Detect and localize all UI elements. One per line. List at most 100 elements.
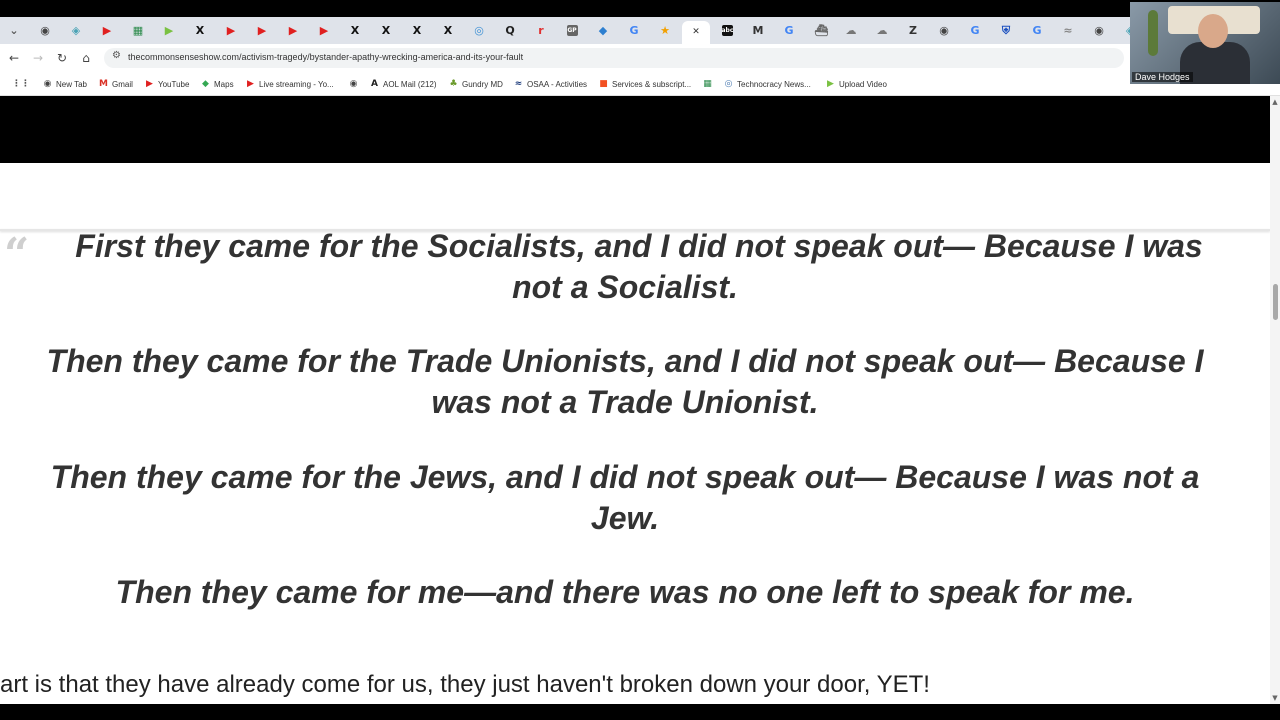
cat-icon: ≈ — [1063, 24, 1073, 37]
x-icon: X — [195, 24, 205, 37]
browser-tab[interactable]: ⌄ — [0, 21, 28, 40]
browser-tab[interactable]: X — [372, 21, 400, 40]
browser-tab[interactable]: ◉ — [31, 21, 59, 40]
browser-tab[interactable]: ⛨ — [992, 21, 1020, 40]
youtube-icon: ▶ — [288, 24, 298, 37]
site-info-icon[interactable]: ⚙ — [112, 50, 121, 61]
browser-tab[interactable]: Z — [899, 21, 927, 40]
browser-tab[interactable]: ★ — [651, 21, 679, 40]
browser-tab[interactable]: G — [620, 21, 648, 40]
browser-tab[interactable]: r — [527, 21, 555, 40]
z-icon: Z — [909, 24, 917, 37]
browser-tab[interactable]: abc — [713, 21, 741, 40]
webcam-name-label: Dave Hodges — [1132, 72, 1193, 82]
bookmark-item[interactable]: ♣ Gundry MD — [449, 77, 502, 91]
browser-tab[interactable]: ◆ — [589, 21, 617, 40]
browser-tab[interactable]: G — [961, 21, 989, 40]
browser-tab[interactable]: ☁ — [837, 21, 865, 40]
osaa-icon: ≈ — [514, 78, 523, 89]
verse-line: not a Socialist. — [512, 269, 738, 305]
article-content: “ First they came for the Socialists, an… — [0, 163, 1270, 704]
bookmark-item[interactable]: ◎ Technocracy News... — [724, 77, 811, 91]
bookmark-item[interactable]: ◆ Maps — [201, 77, 234, 91]
browser-tab[interactable]: ≈ — [1054, 21, 1082, 40]
browser-tab[interactable]: ▶ — [279, 21, 307, 40]
forward-arrow-icon[interactable]: → — [30, 50, 46, 66]
bookmark-label: YouTube — [158, 79, 190, 89]
google-icon: G — [1032, 24, 1042, 37]
browser-tab[interactable]: ▶ — [310, 21, 338, 40]
bookmark-item[interactable]: ▶ Live streaming - Yo... — [246, 77, 334, 91]
verse-line: Then they came for the Jews, and I did n… — [50, 459, 1200, 495]
browser-tab[interactable]: X — [403, 21, 431, 40]
browser-tab[interactable]: ▶ — [93, 21, 121, 40]
browser-tab[interactable]: ◉ — [930, 21, 958, 40]
bookmark-item[interactable]: ◉ New Tab — [43, 77, 87, 91]
browser-tab[interactable]: ▶ — [248, 21, 276, 40]
bookmark-item[interactable]: ◉ — [349, 77, 362, 91]
bookmark-item[interactable]: ■ Services & subscript... — [599, 77, 691, 91]
bookmark-label: Gmail — [112, 79, 133, 89]
browser-tab[interactable]: X — [434, 21, 462, 40]
browser-tab[interactable]: ◉ — [1085, 21, 1113, 40]
youtube-icon: ▶ — [247, 78, 254, 89]
bookmark-item[interactable]: A AOL Mail (212) — [370, 77, 437, 91]
microsoft-icon: ■ — [599, 78, 608, 89]
scrollbar-thumb[interactable] — [1273, 284, 1278, 320]
browser-tab[interactable]: ▶ — [217, 21, 245, 40]
bookmark-item[interactable]: ▦ — [703, 77, 716, 91]
bookmark-label: Maps — [214, 79, 234, 89]
browser-tab[interactable]: ▶ — [155, 21, 183, 40]
gmail-icon: M — [99, 78, 108, 89]
webcam-overlay: Dave Hodges — [1130, 2, 1280, 84]
browser-tab[interactable]: ◎ — [465, 21, 493, 40]
star-icon: ★ — [660, 24, 670, 37]
youtube-icon: ▶ — [226, 24, 236, 37]
r-icon: r — [538, 24, 544, 37]
page-scrollbar[interactable]: ▲ ▼ — [1270, 96, 1280, 704]
google-icon: G — [784, 24, 794, 37]
verse-line: Jew. — [590, 500, 660, 536]
scroll-up-arrow-icon[interactable]: ▲ — [1271, 98, 1279, 106]
ship-icon: ⛴ — [814, 24, 829, 37]
verse-line: Then they came for me—and there was no o… — [115, 574, 1135, 610]
bookmark-label: AOL Mail (212) — [383, 79, 437, 89]
mouse-cursor-icon: ➤ — [904, 136, 915, 151]
browser-tab[interactable]: X — [186, 21, 214, 40]
browser-tab[interactable]: ☁ — [868, 21, 896, 40]
browser-tab[interactable]: X — [341, 21, 369, 40]
scroll-down-arrow-icon[interactable]: ▼ — [1271, 694, 1279, 702]
bookmark-label: Technocracy News... — [737, 79, 811, 89]
verse-line: Then they came for the Trade Unionists, … — [46, 343, 1204, 379]
browser-tab[interactable]: ✕ — [682, 21, 710, 44]
browser-tab[interactable]: ▦ — [124, 21, 152, 40]
drop-icon: ◆ — [598, 24, 608, 37]
sheet-icon: ▦ — [703, 78, 712, 89]
bookmark-item[interactable]: M Gmail — [99, 77, 133, 91]
bookmark-item[interactable]: ⋮⋮ — [12, 77, 30, 91]
bookmark-item[interactable]: ▶ Upload Video — [826, 77, 887, 91]
back-arrow-icon[interactable]: ← — [6, 50, 22, 66]
x-icon: X — [412, 24, 422, 37]
google-icon: G — [970, 24, 980, 37]
q-icon: Q — [505, 24, 515, 37]
browser-tab[interactable]: M — [744, 21, 772, 40]
omnibox[interactable]: ⚙ thecommonsenseshow.com/activism-traged… — [104, 48, 1124, 68]
apps-grid-icon: ⋮⋮ — [12, 78, 30, 89]
reload-icon[interactable]: ↻ — [54, 50, 70, 66]
browser-tab[interactable]: G — [1023, 21, 1051, 40]
home-icon[interactable]: ⌂ — [78, 50, 94, 66]
browser-tab[interactable]: ⛴ — [806, 21, 834, 40]
maps-pin-icon: ◆ — [202, 78, 209, 89]
bookmark-item[interactable]: ≈ OSAA - Activities — [514, 77, 587, 91]
browser-tab[interactable]: GP — [558, 21, 586, 40]
browser-tab[interactable]: Q — [496, 21, 524, 40]
browser-tab[interactable]: ◈ — [62, 21, 90, 40]
bookmark-item[interactable]: ▶ YouTube — [145, 77, 189, 91]
presenter-head — [1198, 14, 1228, 48]
browser-tab[interactable]: G — [775, 21, 803, 40]
poem-verse-1: First they came for the Socialists, and … — [0, 226, 1250, 308]
diamond-icon: ◈ — [71, 24, 81, 37]
globe-icon: ◉ — [1094, 24, 1104, 37]
url-text[interactable]: thecommonsenseshow.com/activism-tragedy/… — [128, 52, 523, 62]
